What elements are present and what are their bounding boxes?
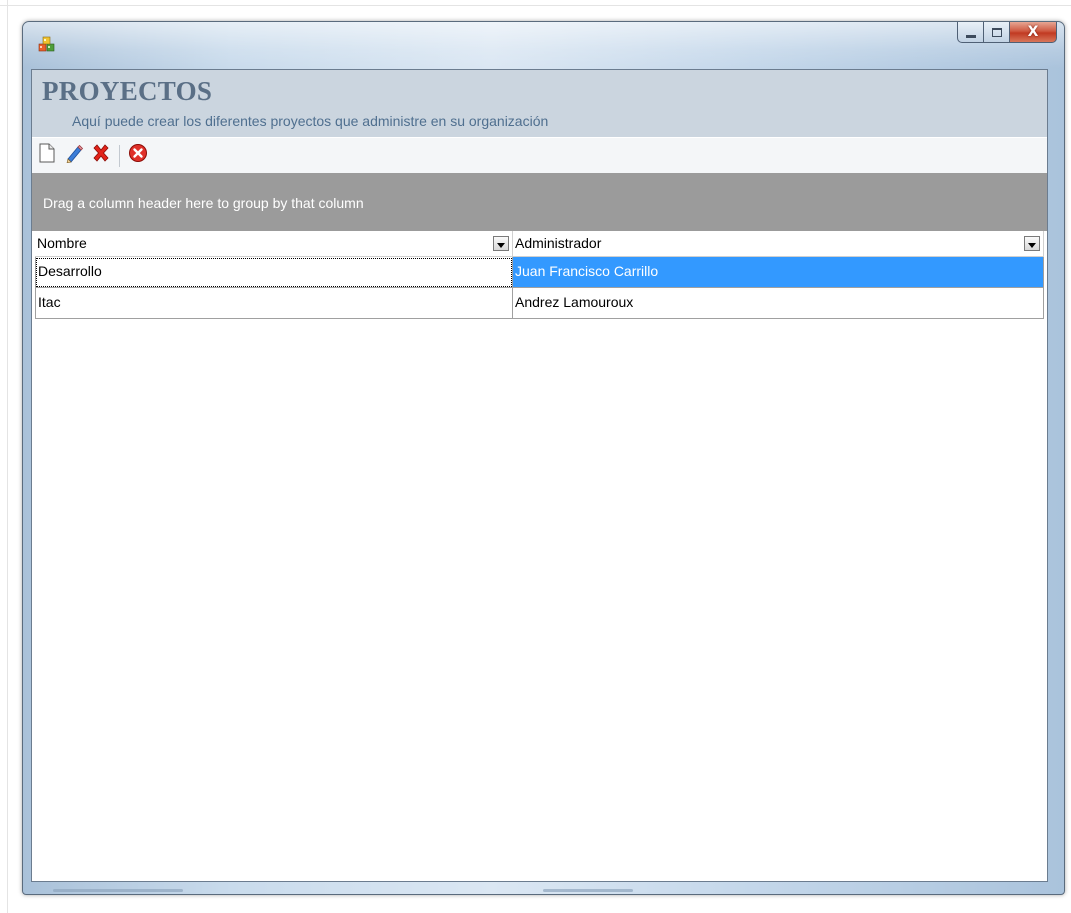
window-frame-highlight — [543, 889, 633, 892]
page-top-edge — [0, 0, 1071, 6]
colorful-cubes-icon[interactable] — [38, 35, 56, 53]
cell-administrador[interactable]: Andrez Lamouroux — [513, 288, 1044, 319]
new-button[interactable] — [35, 143, 59, 168]
column-header-label: Administrador — [515, 235, 602, 251]
new-document-icon — [38, 143, 56, 168]
client-area: PROYECTOS Aquí puede crear los diferente… — [31, 69, 1048, 882]
cell-nombre[interactable]: Desarrollo — [35, 257, 513, 288]
delete-x-icon — [91, 143, 111, 168]
header-band: PROYECTOS Aquí puede crear los diferente… — [32, 70, 1047, 137]
toolbar — [32, 137, 1047, 173]
cell-administrador[interactable]: Juan Francisco Carrillo — [513, 257, 1044, 288]
close-form-button[interactable] — [126, 144, 150, 168]
application-window: X PROYECTOS Aquí puede crear los diferen… — [22, 21, 1065, 895]
close-button[interactable]: X — [1010, 22, 1057, 43]
delete-button[interactable] — [89, 144, 113, 168]
page-subtitle: Aquí puede crear los diferentes proyecto… — [72, 113, 549, 129]
minimize-icon — [965, 34, 976, 38]
toolbar-separator — [119, 144, 120, 167]
edit-button[interactable] — [62, 144, 86, 168]
window-controls: X — [957, 22, 1057, 44]
filter-dropdown-icon[interactable] — [1024, 236, 1040, 251]
group-by-hint: Drag a column header here to group by th… — [43, 195, 364, 211]
page-left-edge — [0, 0, 8, 913]
column-header-nombre[interactable]: Nombre — [35, 231, 513, 257]
close-circle-icon — [128, 143, 148, 168]
minimize-button[interactable] — [957, 22, 984, 43]
window-frame-highlight — [53, 889, 183, 892]
group-by-panel[interactable]: Drag a column header here to group by th… — [32, 173, 1047, 231]
filter-dropdown-icon[interactable] — [493, 236, 509, 251]
table-row[interactable]: Desarrollo Juan Francisco Carrillo — [35, 257, 1044, 288]
column-header-label: Nombre — [37, 235, 87, 251]
table-row[interactable]: Itac Andrez Lamouroux — [35, 288, 1044, 319]
maximize-button[interactable] — [984, 22, 1010, 43]
cell-nombre[interactable]: Itac — [35, 288, 513, 319]
edit-pencil-icon — [64, 143, 84, 168]
projects-grid: Nombre Administrador Desarrollo Juan Fra… — [35, 231, 1044, 319]
close-icon: X — [1027, 24, 1039, 40]
maximize-icon — [991, 27, 1002, 37]
grid-header: Nombre Administrador — [35, 231, 1044, 257]
column-header-administrador[interactable]: Administrador — [513, 231, 1044, 257]
page-title: PROYECTOS — [42, 76, 213, 106]
